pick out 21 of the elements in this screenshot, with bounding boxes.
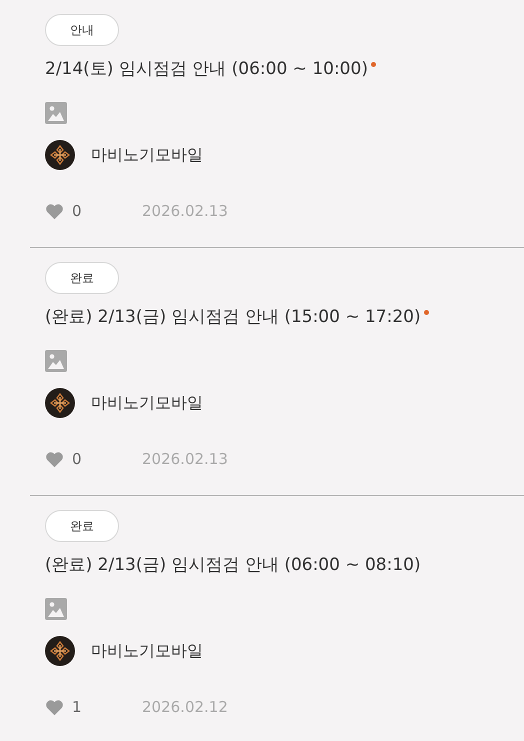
like-count: 0 — [72, 201, 83, 222]
avatar-icon — [45, 388, 75, 418]
post-date: 2026.02.13 — [142, 449, 228, 470]
heart-icon[interactable] — [45, 450, 64, 468]
heart-icon[interactable] — [45, 698, 64, 716]
like-count: 0 — [72, 449, 83, 470]
post-title[interactable]: (완료) 2/13(금) 임시점검 안내 (15:00 ~ 17:20) — [45, 304, 421, 330]
category-tag: 완료 — [45, 510, 119, 542]
category-tag: 완료 — [45, 262, 119, 294]
avatar-icon — [45, 140, 75, 170]
post-title[interactable]: (완료) 2/13(금) 임시점검 안내 (06:00 ~ 08:10) — [45, 552, 421, 578]
author-name: 마비노기모바일 — [91, 392, 203, 414]
post-date: 2026.02.12 — [142, 697, 228, 718]
like-count: 1 — [72, 697, 83, 718]
category-tag: 안내 — [45, 14, 119, 46]
author-name: 마비노기모바일 — [91, 144, 203, 166]
author-name: 마비노기모바일 — [91, 640, 203, 662]
heart-icon[interactable] — [45, 202, 64, 220]
avatar-icon — [45, 636, 75, 666]
post-title[interactable]: 2/14(토) 임시점검 안내 (06:00 ~ 10:00) — [45, 56, 368, 82]
post-date: 2026.02.13 — [142, 201, 228, 222]
